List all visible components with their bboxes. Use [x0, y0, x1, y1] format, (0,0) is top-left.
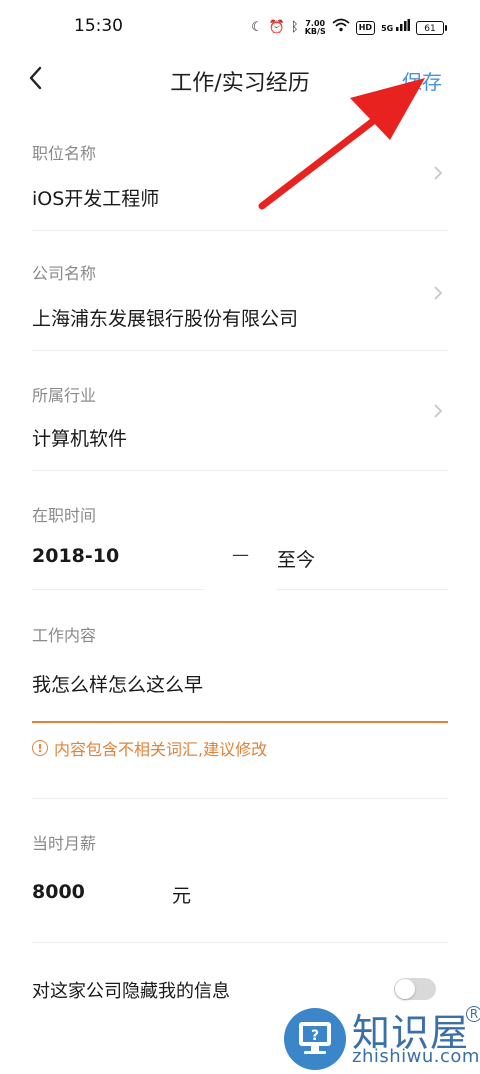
end-date-input[interactable]: 至今: [277, 545, 315, 572]
save-button[interactable]: 保存: [402, 66, 442, 95]
chevron-right-icon: [434, 404, 443, 418]
bluetooth-icon: ᛒ: [290, 20, 299, 35]
industry-value: 计算机软件: [32, 428, 128, 450]
hide-info-toggle[interactable]: [394, 978, 436, 1000]
position-label: 职位名称: [32, 144, 97, 163]
divider: [32, 350, 448, 351]
svg-text:?: ?: [311, 1028, 319, 1044]
alarm-icon: ⏰: [268, 20, 285, 35]
start-date-underline: [32, 589, 204, 590]
content-value: 我怎么样怎么这么早: [32, 674, 204, 696]
position-value: iOS开发工程师: [32, 188, 160, 210]
signal-label: 5G: [381, 23, 394, 33]
warning-text: 内容包含不相关词汇,建议修改: [54, 740, 268, 759]
hide-info-label: 对这家公司隐藏我的信息: [32, 981, 230, 1002]
divider: [32, 470, 448, 471]
net-speed-unit: KB/S: [304, 27, 326, 36]
salary-input[interactable]: 8000: [32, 881, 85, 903]
status-bar: 15:30 ☾ ⏰ ᛒ 7.00 KB/S HD 5G 61: [0, 0, 480, 56]
salary-label: 当时月薪: [32, 834, 97, 853]
chevron-right-icon: [434, 286, 443, 300]
monitor-question-icon: ?: [299, 1022, 331, 1054]
toggle-knob: [395, 979, 415, 999]
company-value: 上海浦东发展银行股份有限公司: [32, 308, 299, 330]
date-separator: —: [232, 545, 249, 565]
content-field[interactable]: 工作内容 我怎么样怎么这么早: [32, 618, 448, 722]
content-underline-error: [32, 721, 448, 723]
registered-icon: R: [466, 1006, 480, 1022]
salary-unit: 元: [172, 885, 192, 907]
divider: [32, 798, 448, 799]
end-date-underline: [277, 589, 448, 590]
start-date-input[interactable]: 2018-10: [32, 545, 119, 567]
status-icons: ☾ ⏰ ᛒ 7.00 KB/S HD 5G 61: [251, 18, 447, 38]
industry-label: 所属行业: [32, 386, 97, 405]
company-label: 公司名称: [32, 264, 97, 283]
content-label: 工作内容: [32, 626, 97, 645]
battery-icon: 61: [416, 21, 447, 35]
industry-field[interactable]: 所属行业 计算机软件: [32, 378, 448, 470]
status-time: 15:30: [74, 16, 123, 36]
signal-icon: 5G: [381, 18, 410, 38]
content-warning: ! 内容包含不相关词汇,建议修改: [32, 736, 267, 760]
position-field[interactable]: 职位名称 iOS开发工程师: [32, 136, 448, 230]
moon-icon: ☾: [251, 20, 263, 35]
nav-header: 工作/实习经历 保存: [0, 56, 480, 102]
divider: [32, 942, 448, 943]
net-speed: 7.00 KB/S: [305, 20, 326, 36]
watermark-logo: ?: [284, 1008, 346, 1070]
salary-field: 当时月薪: [32, 826, 448, 940]
divider: [32, 230, 448, 231]
hd-badge: HD: [355, 21, 376, 35]
warning-icon: !: [32, 740, 48, 756]
watermark-domain: zhishiwu.com: [352, 1046, 480, 1067]
company-field[interactable]: 公司名称 上海浦东发展银行股份有限公司: [32, 256, 448, 350]
employment-label: 在职时间: [32, 506, 97, 525]
watermark: ? 知识屋 R zhishiwu.com: [280, 1000, 480, 1072]
chevron-right-icon: [434, 166, 443, 180]
wifi-icon: [332, 18, 350, 38]
